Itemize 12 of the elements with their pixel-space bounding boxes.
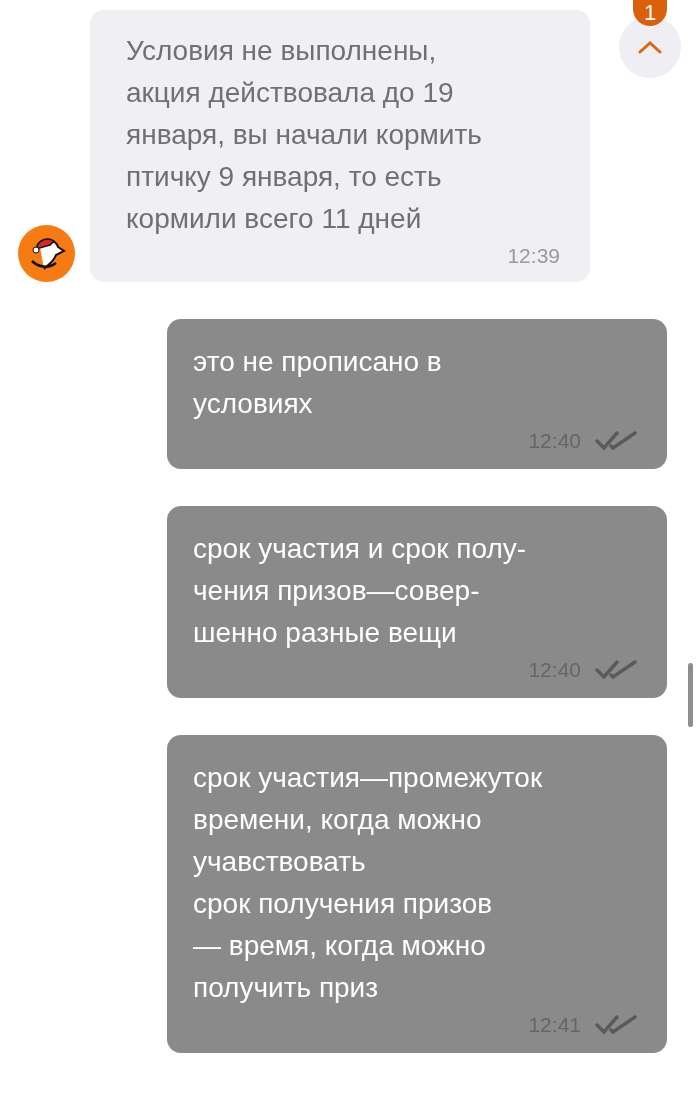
chevron-up-icon — [638, 40, 662, 54]
double-check-icon — [595, 659, 637, 681]
unread-badge: 1 — [633, 0, 667, 26]
message-text: срок участия—промежуток времени, когда можно учавствовать срок получения призов — время, когда можно получить приз — [193, 761, 544, 1005]
double-check-icon — [595, 430, 637, 452]
double-check-icon — [595, 1014, 637, 1036]
message-text: срок участия и срок полу- чения призов—совер- шенно разные вещи — [193, 532, 528, 650]
message-text: это не прописано в условиях — [193, 345, 443, 421]
message-text: Условия не выполнены, акция действовала до 19 января, вы начали кормить птичку 9 января, то есть кормили всего 11 дней — [126, 34, 483, 236]
scroll-bar — [688, 663, 693, 727]
bird-avatar-icon — [18, 225, 75, 282]
message-time: 12:39 — [507, 244, 560, 268]
